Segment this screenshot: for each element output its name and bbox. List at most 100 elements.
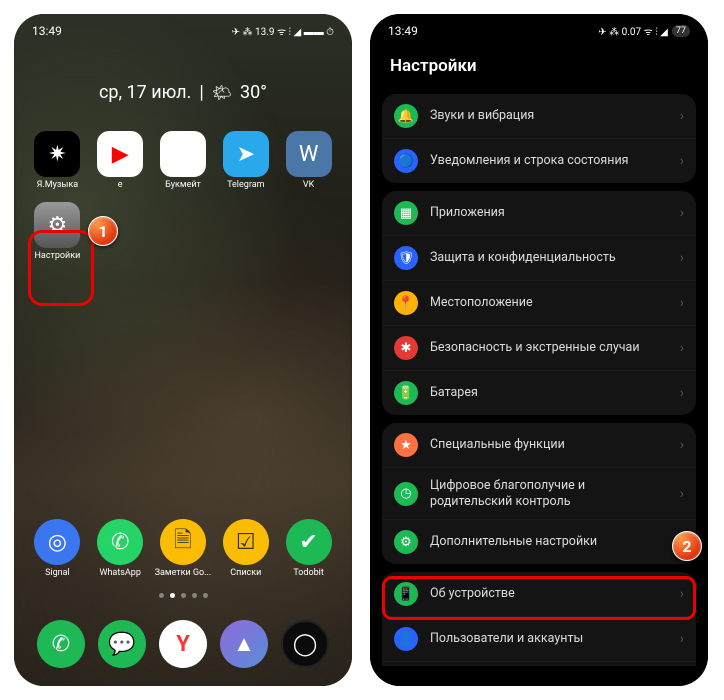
star-icon: ★: [394, 433, 418, 457]
status-bar: 13:49 ✈ ⁂ 0.07 ᯤ ⫶ ◢ 77: [370, 14, 708, 42]
item-label: Специальные функции: [430, 437, 668, 453]
item-label: Местоположение: [430, 295, 668, 311]
dock-gallery[interactable]: ▲: [220, 620, 268, 668]
gear-icon: ⚙: [394, 530, 418, 554]
app-youtube[interactable]: ▶ e: [91, 131, 150, 190]
highlight-settings-app: [28, 230, 94, 306]
settings-item-safety[interactable]: ✱ Безопасность и экстренные случаи ›: [382, 325, 696, 370]
settings-item-wellbeing[interactable]: ◷ Цифровое благополучие и родительский к…: [382, 467, 696, 519]
app-notes[interactable]: 🗎 Заметки Go...: [154, 519, 213, 578]
chevron-right-icon: ›: [680, 205, 684, 221]
clock-icon: ◷: [394, 482, 418, 506]
app-whatsapp[interactable]: ✆ WhatsApp: [91, 519, 150, 578]
item-label: Пользователи и аккаунты: [430, 631, 668, 647]
settings-item-sounds[interactable]: 🔔 Звуки и вибрация ›: [382, 94, 696, 138]
app-label: WhatsApp: [99, 568, 140, 578]
page-indicator: [14, 593, 352, 598]
chevron-right-icon: ›: [680, 250, 684, 266]
chevron-right-icon: ›: [680, 631, 684, 647]
item-label: Защита и конфиденциальность: [430, 250, 668, 266]
bell-icon: 🔔: [394, 104, 418, 128]
settings-group-special: ★ Специальные функции › ◷ Цифровое благо…: [382, 423, 696, 564]
app-telegram[interactable]: ➤ Telegram: [216, 131, 275, 190]
app-grid-row2: ◎ Signal ✆ WhatsApp 🗎 Заметки Go... ☑ Сп…: [14, 505, 352, 578]
app-label: e: [118, 180, 123, 190]
app-vk[interactable]: W VK: [279, 131, 338, 190]
whatsapp-icon: ✆: [97, 519, 143, 565]
settings-item-privacy[interactable]: 🛡 Защита и конфиденциальность ›: [382, 235, 696, 280]
apps-icon: ▦: [394, 201, 418, 225]
dock: ✆ 💬 Y ▲ ◯: [14, 620, 352, 668]
callout-badge-1: 1: [88, 216, 118, 246]
app-label: Signal: [45, 568, 70, 578]
status-time: 13:49: [32, 24, 62, 38]
bookmate-icon: 🕶: [160, 131, 206, 177]
status-bar: 13:49 ✈ ⁂ 13.9 ᯤ ⫶ ◢ ▬▬ ⏱: [14, 14, 352, 42]
emergency-icon: ✱: [394, 336, 418, 360]
telegram-icon: ➤: [223, 131, 269, 177]
settings-item-users-accounts[interactable]: 👤 Пользователи и аккаунты ›: [382, 616, 696, 661]
chevron-right-icon: ›: [680, 108, 684, 124]
app-grid-row1: ✷ Я.Музыка ▶ e 🕶 Букмейт ➤ Telegram W VK: [14, 103, 352, 190]
status-icons: ✈ ⁂ 13.9 ᯤ ⫶ ◢ ▬▬ ⏱: [232, 24, 334, 38]
todobit-icon: ✔: [286, 519, 332, 565]
app-label: Telegram: [227, 180, 264, 190]
status-time: 13:49: [388, 24, 418, 38]
date-text: ср, 17 июл.: [99, 82, 191, 103]
app-label: Заметки Go...: [155, 568, 212, 578]
temperature: 30°: [240, 82, 267, 103]
shield-icon: 🛡: [394, 246, 418, 270]
dock-yandex[interactable]: Y: [159, 620, 207, 668]
item-label: Дополнительные настройки: [430, 534, 668, 550]
settings-item-additional[interactable]: ⚙ Дополнительные настройки ›: [382, 519, 696, 564]
battery-badge: 77: [672, 25, 690, 37]
signal-icon: ◎: [34, 519, 80, 565]
app-lists[interactable]: ☑ Списки: [216, 519, 275, 578]
settings-item-notifications[interactable]: 🔵 Уведомления и строка состояния ›: [382, 138, 696, 183]
app-label: Я.Музыка: [37, 180, 79, 190]
settings-group-apps: ▦ Приложения › 🛡 Защита и конфиденциальн…: [382, 191, 696, 415]
app-bookmate[interactable]: 🕶 Букмейт: [154, 131, 213, 190]
dock-camera[interactable]: ◯: [281, 620, 329, 668]
app-signal[interactable]: ◎ Signal: [28, 519, 87, 578]
battery-icon: 🔋: [394, 381, 418, 405]
notification-icon: 🔵: [394, 149, 418, 173]
weather-icon: 🌤: [212, 83, 232, 102]
chevron-right-icon: ›: [680, 340, 684, 356]
highlight-users-accounts: [382, 576, 696, 620]
settings-item-google[interactable]: G Google ›: [382, 661, 696, 666]
item-label: Цифровое благополучие и родительский кон…: [430, 478, 668, 509]
item-label: Приложения: [430, 205, 668, 221]
phone-home-screen: 13:49 ✈ ⁂ 13.9 ᯤ ⫶ ◢ ▬▬ ⏱ ср, 17 июл. | …: [14, 14, 352, 686]
settings-item-apps[interactable]: ▦ Приложения ›: [382, 191, 696, 235]
lists-icon: ☑: [223, 519, 269, 565]
item-label: Уведомления и строка состояния: [430, 153, 668, 169]
app-label: Списки: [230, 568, 261, 578]
callout-badge-2: 2: [672, 531, 702, 561]
yamusic-icon: ✷: [34, 131, 80, 177]
status-icons: ✈ ⁂ 0.07 ᯤ ⫶ ◢ 77: [598, 24, 690, 38]
app-label: Букмейт: [165, 180, 201, 190]
settings-item-battery[interactable]: 🔋 Батарея ›: [382, 370, 696, 415]
dock-messages[interactable]: 💬: [98, 620, 146, 668]
app-todobit[interactable]: ✔ Todobit: [279, 519, 338, 578]
chevron-right-icon: ›: [680, 153, 684, 169]
chevron-right-icon: ›: [680, 385, 684, 401]
youtube-icon: ▶: [97, 131, 143, 177]
vk-icon: W: [286, 131, 332, 177]
date-weather-widget[interactable]: ср, 17 июл. | 🌤 30°: [14, 82, 352, 103]
page-title: Настройки: [370, 42, 708, 86]
app-label: Todobit: [293, 568, 323, 578]
app-label: VK: [303, 180, 314, 190]
location-icon: 📍: [394, 291, 418, 315]
settings-item-special[interactable]: ★ Специальные функции ›: [382, 423, 696, 467]
notes-icon: 🗎: [160, 519, 206, 565]
dock-phone[interactable]: ✆: [37, 620, 85, 668]
chevron-right-icon: ›: [680, 295, 684, 311]
item-label: Безопасность и экстренные случаи: [430, 340, 668, 356]
settings-item-location[interactable]: 📍 Местоположение ›: [382, 280, 696, 325]
app-yamusic[interactable]: ✷ Я.Музыка: [28, 131, 87, 190]
user-icon: 👤: [394, 627, 418, 651]
item-label: Звуки и вибрация: [430, 108, 668, 124]
chevron-right-icon: ›: [680, 437, 684, 453]
